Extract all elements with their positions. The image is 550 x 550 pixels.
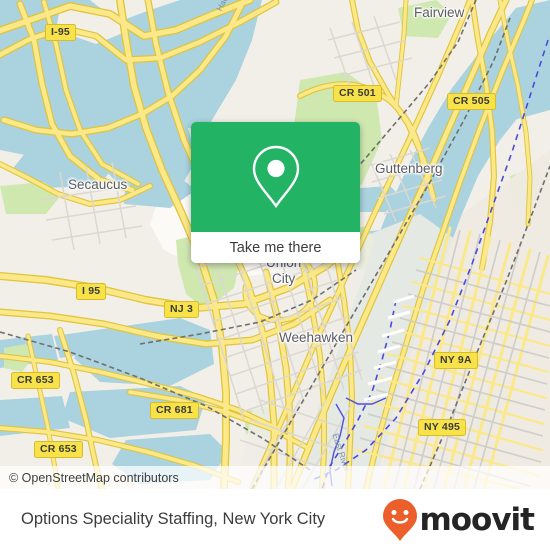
bottom-caption-bar: Options Speciality Staffing, New York Ci… (0, 489, 550, 550)
road-shield-nj3: NJ 3 (164, 301, 199, 318)
road-shield-i95-south: I 95 (76, 283, 107, 300)
moovit-smiley-pin-icon (383, 498, 418, 541)
moovit-wordmark: moovit (419, 501, 535, 538)
moovit-logo[interactable]: moovit (382, 498, 550, 542)
place-label-secaucus: Secaucus (68, 177, 128, 192)
map-screenshot: Hackensack River East River Fairview Sec… (0, 0, 550, 550)
take-me-there-button[interactable]: Take me there (230, 240, 322, 256)
place-label-guttenberg: Guttenberg (375, 161, 443, 176)
road-shield-cr653-upper: CR 653 (11, 372, 60, 389)
road-shield-cr501: CR 501 (333, 85, 382, 102)
road-shield-ny9a: NY 9A (434, 352, 478, 369)
popup-footer[interactable]: Take me there (191, 232, 360, 263)
road-shield-cr653-lower: CR 653 (34, 441, 83, 458)
location-popup-card[interactable]: Take me there (191, 122, 360, 263)
popup-header (191, 122, 360, 232)
map-canvas[interactable]: Hackensack River East River Fairview Sec… (0, 0, 550, 489)
map-pin-icon (252, 145, 299, 209)
road-shield-i95-north: I-95 (45, 24, 76, 41)
location-title: Options Speciality Staffing, New York Ci… (21, 510, 326, 528)
road-shield-ny495: NY 495 (418, 419, 467, 436)
attribution-text[interactable]: © OpenStreetMap contributors (0, 471, 179, 485)
map-attribution-bar: © OpenStreetMap contributors (0, 466, 550, 489)
place-label-fairview: Fairview (414, 5, 465, 20)
road-shield-cr681: CR 681 (150, 402, 199, 419)
road-shield-cr505: CR 505 (447, 93, 496, 110)
place-label-weehawken: Weehawken (279, 330, 354, 345)
